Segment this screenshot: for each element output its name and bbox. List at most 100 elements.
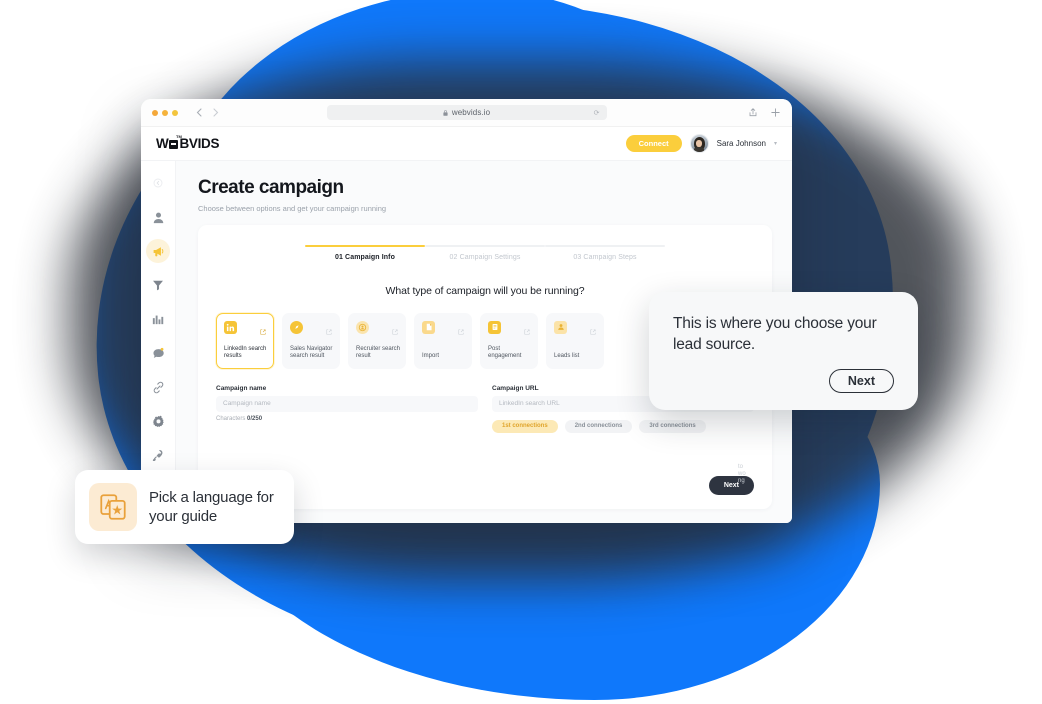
maximize-dot[interactable] xyxy=(172,109,178,116)
user-name: Sara Johnson xyxy=(716,139,766,148)
logo-mark-e xyxy=(169,140,179,149)
logo-text-left: W xyxy=(156,136,169,151)
leads-list-icon xyxy=(554,320,567,334)
compass-icon xyxy=(290,320,303,334)
wizard-next-wrap: Next to wo ng xyxy=(708,464,754,495)
sidebar-item-upgrade[interactable] xyxy=(146,443,170,467)
campaign-type-label: LinkedIn search results xyxy=(224,345,267,360)
translate-icon xyxy=(89,483,137,531)
url-bar[interactable]: webvids.io ⟳ xyxy=(326,105,607,120)
app-header: W BVIDS TM Connect Sara Johnson ▾ xyxy=(141,127,792,161)
callout-lead-source-next-button[interactable]: Next xyxy=(828,369,894,393)
lock-icon xyxy=(443,109,448,116)
wizard-steps: 01 Campaign Info 02 Campaign Settings 03… xyxy=(216,245,754,261)
bar-chart-icon xyxy=(152,315,164,325)
campaign-name-label: Campaign name xyxy=(216,384,267,392)
filter-icon xyxy=(153,280,163,291)
step-progress-bar xyxy=(425,245,545,247)
logo-trademark: TM xyxy=(176,134,182,139)
character-counter: Characters 0/250 xyxy=(216,416,478,422)
avatar-face xyxy=(696,140,703,147)
page-title: Create campaign xyxy=(198,177,344,198)
callout-language: Pick a language for your guide xyxy=(75,470,294,544)
composition-stage: webvids.io ⟳ W BVIDS TM Connect Sara Joh… xyxy=(0,0,1042,704)
chip-2nd-connections[interactable]: 2nd connections xyxy=(564,419,633,433)
url-text: webvids.io xyxy=(451,108,491,117)
reload-icon[interactable]: ⟳ xyxy=(594,109,600,117)
sidebar-item-filters[interactable] xyxy=(146,273,170,297)
campaign-type-label: Leads list xyxy=(554,353,580,359)
chevron-left-icon[interactable] xyxy=(196,108,202,117)
collapse-icon xyxy=(153,178,163,188)
campaign-name-input[interactable]: Campaign name xyxy=(216,395,478,412)
campaign-name-field: Campaign name Campaign name Characters 0… xyxy=(216,385,478,433)
character-counter-value: 0/250 xyxy=(247,415,263,422)
external-link-icon xyxy=(590,322,596,340)
campaign-type-sales-navigator[interactable]: Sales Navigator search result xyxy=(282,312,340,369)
avatar[interactable] xyxy=(689,134,709,153)
campaign-type-import[interactable]: Import xyxy=(414,312,472,369)
campaign-type-linkedin-search[interactable]: LinkedIn search results xyxy=(216,312,274,369)
chevron-right-icon[interactable] xyxy=(213,108,219,117)
tab-campaign-settings[interactable]: 02 Campaign Settings xyxy=(425,245,545,261)
linkedin-icon xyxy=(224,320,237,334)
gear-icon xyxy=(152,415,164,427)
campaign-type-label: Recruiter search result xyxy=(356,345,401,360)
external-link-icon xyxy=(524,322,530,340)
external-link-icon xyxy=(326,322,332,340)
connect-button[interactable]: Connect xyxy=(625,135,682,152)
character-counter-prefix: Characters xyxy=(216,415,246,422)
campaign-type-post-engagement[interactable]: Post engagement xyxy=(480,312,538,369)
callout-language-text: Pick a language for your guide xyxy=(149,489,274,525)
browser-nav xyxy=(196,108,219,117)
external-link-icon xyxy=(458,322,464,340)
avatar-body xyxy=(694,147,705,152)
campaign-type-label: Sales Navigator search result xyxy=(290,345,333,360)
sidebar-item-analytics[interactable] xyxy=(146,307,170,331)
post-icon xyxy=(488,320,501,334)
chat-icon xyxy=(152,347,164,358)
recruiter-badge-icon xyxy=(356,320,369,334)
step-progress-bar xyxy=(545,245,665,247)
step-label: 01 Campaign Info xyxy=(335,253,395,261)
link-icon xyxy=(153,381,163,393)
rocket-icon xyxy=(152,450,163,461)
sidebar-item-inbox[interactable] xyxy=(146,341,170,365)
page-subtitle: Choose between options and get your camp… xyxy=(198,204,387,213)
chip-1st-connections[interactable]: 1st connections xyxy=(492,419,558,433)
plus-icon[interactable] xyxy=(771,104,780,122)
sidebar-item-settings[interactable] xyxy=(146,409,170,433)
sidebar-item-campaigns[interactable] xyxy=(146,239,170,263)
callout-lead-source-text: This is where you choose your lead sourc… xyxy=(673,315,877,353)
megaphone-icon xyxy=(153,246,163,256)
sidebar-item-integrations[interactable] xyxy=(146,375,170,399)
minimize-dot[interactable] xyxy=(162,109,168,116)
step-label: 03 Campaign Steps xyxy=(573,253,637,261)
external-link-icon xyxy=(260,322,266,340)
tab-campaign-steps[interactable]: 03 Campaign Steps xyxy=(545,245,665,261)
sidebar-item-collapse[interactable] xyxy=(146,171,170,195)
browser-actions xyxy=(749,104,780,122)
header-right: Connect Sara Johnson ▾ xyxy=(625,134,777,153)
share-icon[interactable] xyxy=(749,104,757,122)
browser-titlebar: webvids.io ⟳ xyxy=(141,99,792,127)
wizard-ghost-text: to wo ng xyxy=(738,464,746,484)
traffic-lights xyxy=(152,109,178,116)
connection-degree-chips: 1st connections 2nd connections 3rd conn… xyxy=(492,419,754,433)
campaign-type-recruiter[interactable]: Recruiter search result xyxy=(348,312,406,369)
sidebar-item-contacts[interactable] xyxy=(146,205,170,229)
campaign-type-leads-list[interactable]: Leads list xyxy=(546,312,604,369)
chip-3rd-connections[interactable]: 3rd connections xyxy=(639,419,706,433)
campaign-type-label: Post engagement xyxy=(488,345,522,360)
step-progress-bar xyxy=(305,245,425,247)
close-dot[interactable] xyxy=(152,109,158,116)
app-logo[interactable]: W BVIDS TM xyxy=(156,134,220,151)
sidebar xyxy=(141,161,176,523)
tab-campaign-info[interactable]: 01 Campaign Info xyxy=(305,245,425,261)
step-label: 02 Campaign Settings xyxy=(449,253,521,261)
chevron-down-icon[interactable]: ▾ xyxy=(774,140,777,147)
file-import-icon xyxy=(422,320,435,334)
user-icon xyxy=(153,212,163,223)
logo-text-right: BVIDS xyxy=(179,136,220,151)
campaign-type-label: Import xyxy=(422,353,440,359)
